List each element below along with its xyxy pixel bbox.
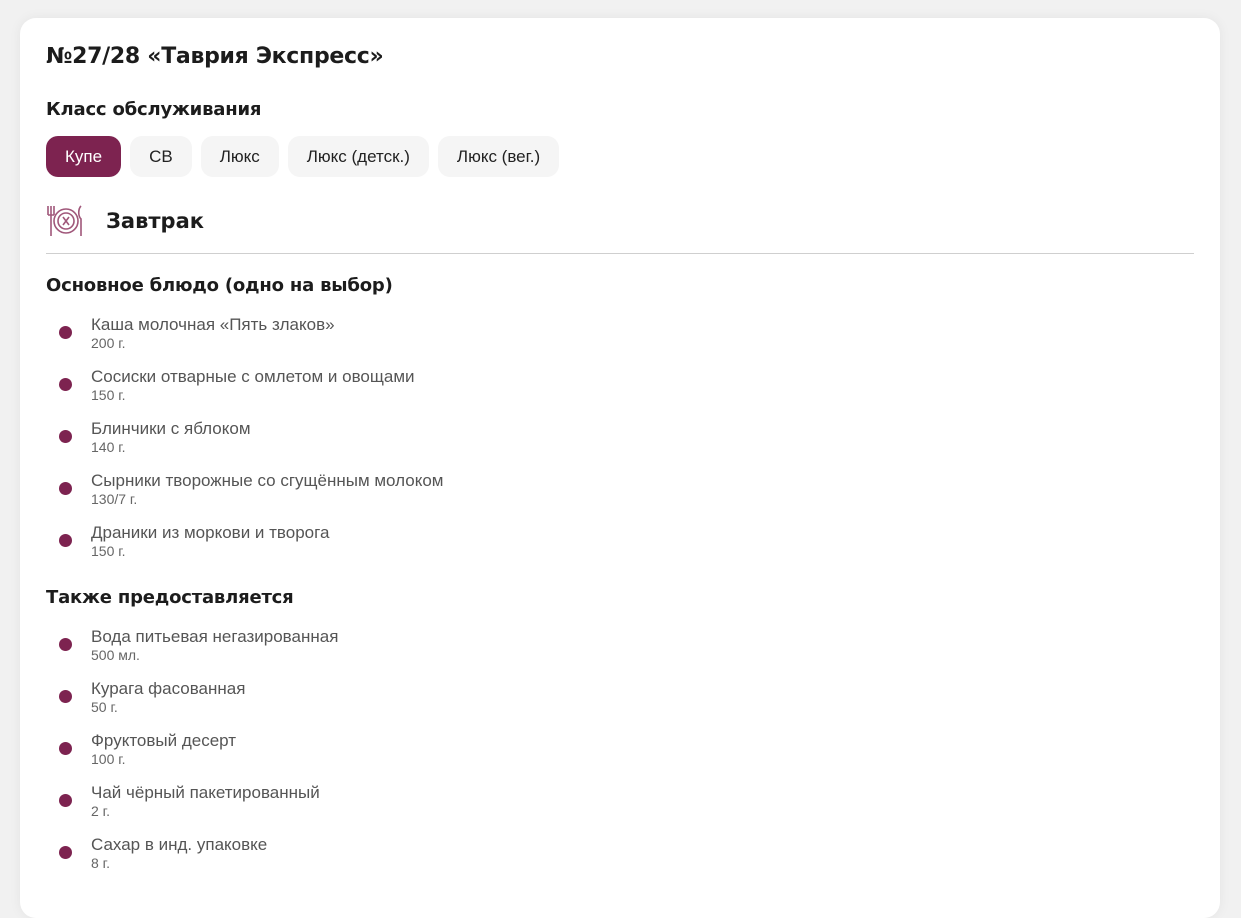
item-weight: 500 мл.: [91, 647, 140, 663]
bullet-icon: [59, 534, 72, 547]
item-name: Каша молочная «Пять злаков»: [91, 315, 335, 334]
item-weight: 100 г.: [91, 751, 126, 767]
meal-header: Завтрак: [46, 204, 204, 238]
list-item: Каша молочная «Пять злаков» 200 г.: [46, 314, 443, 366]
train-title: №27/28 «Таврия Экспресс»: [46, 44, 384, 69]
bullet-icon: [59, 846, 72, 859]
main-dish-list: Каша молочная «Пять злаков» 200 г. Сосиски…: [46, 314, 443, 574]
list-item: Сахар в инд. упаковке 8 г.: [46, 834, 338, 886]
item-name: Фруктовый десерт: [91, 731, 237, 750]
item-weight: 8 г.: [91, 855, 110, 871]
section-heading: Также предоставляется: [46, 587, 294, 608]
divider: [46, 253, 1194, 254]
list-item: Вода питьевая негазированная 500 мл.: [46, 626, 338, 678]
item-weight: 130/7 г.: [91, 491, 138, 507]
menu-card: №27/28 «Таврия Экспресс» Класс обслужива…: [20, 18, 1220, 918]
list-item: Драники из моркови и творога 150 г.: [46, 522, 443, 574]
bullet-icon: [59, 430, 72, 443]
item-weight: 2 г.: [91, 803, 110, 819]
bullet-icon: [59, 326, 72, 339]
section-heading: Основное блюдо (одно на выбор): [46, 275, 393, 296]
bullet-icon: [59, 690, 72, 703]
bullet-icon: [59, 742, 72, 755]
meal-title: Завтрак: [106, 209, 205, 233]
item-name: Сахар в инд. упаковке: [91, 835, 268, 854]
also-provided-list: Вода питьевая негазированная 500 мл. Кураг…: [46, 626, 338, 886]
tab-lux-kids[interactable]: Люкс (детск.): [287, 136, 429, 177]
item-weight: 150 г.: [91, 543, 126, 559]
tab-sv[interactable]: СВ: [130, 136, 192, 177]
item-weight: 140 г.: [91, 439, 126, 455]
bullet-icon: [59, 482, 72, 495]
list-item: Фруктовый десерт 100 г.: [46, 730, 338, 782]
item-weight: 50 г.: [91, 699, 118, 715]
tab-kupe[interactable]: Купе: [46, 136, 122, 177]
plate-cutlery-icon: [47, 205, 82, 236]
list-item: Курага фасованная 50 г.: [46, 678, 338, 730]
item-name: Блинчики с яблоком: [91, 419, 251, 438]
item-weight: 200 г.: [91, 335, 126, 351]
tab-lux[interactable]: Люкс: [200, 136, 279, 177]
tab-lux-veg[interactable]: Люкс (вег.): [437, 136, 560, 177]
item-name: Сосиски отварные с омлетом и овощами: [91, 367, 415, 386]
list-item: Чай чёрный пакетированный 2 г.: [46, 782, 338, 834]
class-tabs: Купе СВ Люкс Люкс (детск.) Люкс (вег.): [46, 136, 560, 177]
item-name: Чай чёрный пакетированный: [91, 783, 320, 802]
list-item: Сосиски отварные с омлетом и овощами 150 …: [46, 366, 443, 418]
bullet-icon: [59, 794, 72, 807]
bullet-icon: [59, 638, 72, 651]
list-item: Сырники творожные со сгущённым молоком 13…: [46, 470, 443, 522]
item-name: Сырники творожные со сгущённым молоком: [91, 471, 444, 490]
item-weight: 150 г.: [91, 387, 126, 403]
item-name: Драники из моркови и творога: [91, 523, 330, 542]
item-name: Курага фасованная: [91, 679, 246, 698]
list-item: Блинчики с яблоком 140 г.: [46, 418, 443, 470]
bullet-icon: [59, 378, 72, 391]
item-name: Вода питьевая негазированная: [91, 627, 339, 646]
class-heading: Класс обслуживания: [46, 99, 262, 120]
